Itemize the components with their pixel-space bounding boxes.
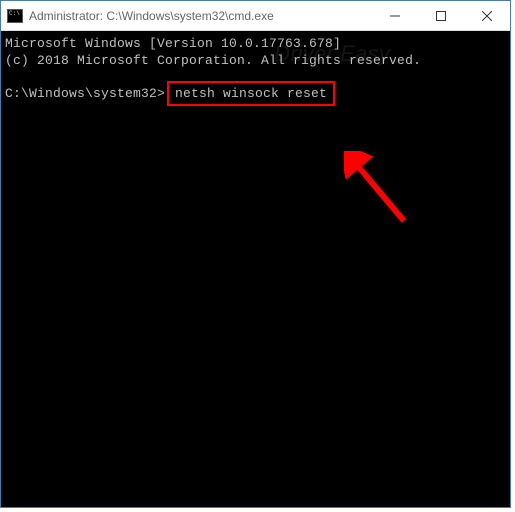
close-button[interactable] bbox=[464, 1, 510, 31]
maximize-icon bbox=[436, 11, 446, 21]
minimize-icon bbox=[390, 11, 400, 21]
cmd-window: Administrator: C:\Windows\system32\cmd.e… bbox=[0, 0, 511, 508]
titlebar-left: Administrator: C:\Windows\system32\cmd.e… bbox=[1, 9, 274, 23]
command-highlight: netsh winsock reset bbox=[167, 81, 335, 106]
prompt-row: C:\Windows\system32> netsh winsock reset bbox=[5, 81, 506, 106]
minimize-button[interactable] bbox=[372, 1, 418, 31]
terminal-area[interactable]: Driver Easy Microsoft Windows [Version 1… bbox=[1, 31, 510, 507]
command-text: netsh winsock reset bbox=[175, 86, 327, 101]
titlebar: Administrator: C:\Windows\system32\cmd.e… bbox=[1, 1, 510, 31]
terminal-line-copyright: (c) 2018 Microsoft Corporation. All righ… bbox=[5, 52, 506, 69]
cmd-icon bbox=[7, 9, 23, 23]
prompt-text: C:\Windows\system32> bbox=[5, 85, 165, 102]
close-icon bbox=[482, 11, 492, 21]
window-controls bbox=[372, 1, 510, 30]
annotation-arrow-icon bbox=[344, 151, 424, 241]
maximize-button[interactable] bbox=[418, 1, 464, 31]
terminal-line-version: Microsoft Windows [Version 10.0.17763.67… bbox=[5, 35, 506, 52]
window-title: Administrator: C:\Windows\system32\cmd.e… bbox=[29, 9, 274, 23]
